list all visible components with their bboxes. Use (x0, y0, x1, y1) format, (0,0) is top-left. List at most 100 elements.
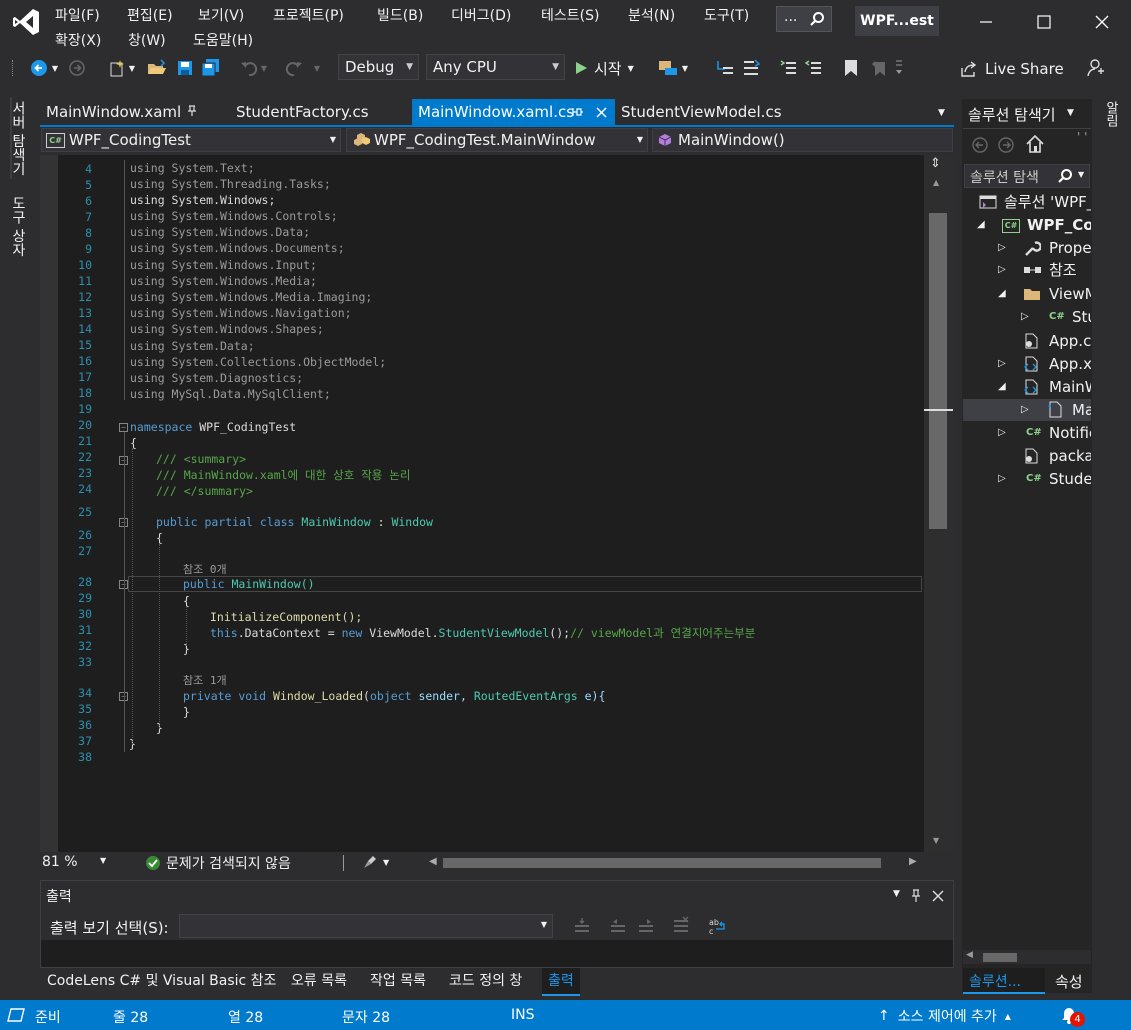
tree-item-label: Stu (1072, 308, 1091, 326)
indent-guide (132, 448, 133, 744)
line-number: 23 (78, 466, 92, 480)
scroll-right-arrow[interactable]: ▶ (909, 856, 917, 867)
code-line-18: using MySql.Data.MySqlClient; (130, 386, 331, 402)
tab-code-definition-window[interactable]: 코드 정의 창 (449, 968, 522, 994)
expanded-arrow-icon: ◢ (977, 219, 985, 230)
tree-item-app-xaml[interactable]: ▷ App.xa (963, 353, 1091, 375)
close-window-button[interactable] (1079, 2, 1125, 42)
line-number: 31 (78, 623, 92, 637)
output-text-area[interactable] (41, 940, 953, 967)
line-number: 14 (78, 322, 92, 336)
collapse-toggle[interactable]: − (119, 423, 128, 432)
clear-all-icon[interactable] (671, 916, 691, 936)
collapsed-arrow-icon: ▷ (998, 427, 1006, 438)
code-cleanup-button[interactable]: ▼ (363, 855, 389, 869)
code-line-14: using System.Windows.Shapes; (130, 321, 324, 337)
doc-comment: /// </summary> (156, 484, 253, 498)
notifications-side-tab[interactable]: 알림 (1101, 101, 1120, 127)
using-directive: using System.Data; (130, 339, 255, 353)
account-feedback-button[interactable] (1085, 58, 1107, 78)
tree-item-packages-config[interactable]: packa (963, 445, 1091, 467)
tree-item-notifier[interactable]: ▷ C# Notifie (963, 422, 1091, 444)
back-icon[interactable] (972, 137, 988, 153)
minimize-button[interactable] (963, 2, 1009, 42)
arrow-up-icon: ↑ (878, 1008, 890, 1024)
tab-list-dropdown[interactable]: ▼ (938, 108, 945, 118)
using-directive: using System.Windows.Documents; (130, 241, 345, 255)
go-to-previous-message-icon[interactable] (608, 916, 628, 936)
panel-options-dropdown[interactable]: ▼ (893, 889, 900, 899)
paren: ( (363, 689, 370, 703)
output-window-icon[interactable] (7, 1008, 25, 1022)
search-placeholder: 솔루션 탐색 (970, 170, 1039, 186)
tree-item-mainwindow-xaml-cs[interactable]: ▷ Ma (963, 399, 1091, 421)
horizontal-scrollbar-thumb[interactable] (443, 858, 881, 868)
doc-comment: /// <summary> (156, 452, 247, 466)
line-number: 6 (85, 194, 92, 208)
tree-item-solution[interactable]: 솔루션 'WPF_ (963, 191, 1091, 213)
solution-explorer-title: 솔루션 탐색기 (968, 106, 1056, 124)
line-number: 7 (85, 210, 92, 224)
home-icon[interactable] (1025, 134, 1045, 154)
find-message-in-code-icon[interactable] (572, 916, 592, 936)
tab-error-list[interactable]: 오류 목록 (291, 968, 347, 994)
member-access: .DataContext = (237, 626, 342, 640)
maximize-button[interactable] (1021, 2, 1067, 42)
tree-item-studentviewmodel[interactable]: ▷ C# Stu (963, 306, 1091, 328)
toggle-word-wrap-icon[interactable]: abc (708, 916, 728, 936)
tree-item-viewmodel-folder[interactable]: ◢ ViewM (963, 283, 1091, 305)
split-editor-handle[interactable]: ⇕ (930, 156, 941, 171)
tree-item-properties[interactable]: ▷ Prope (963, 237, 1091, 259)
tree-item-references[interactable]: ▷ 참조 (963, 259, 1091, 281)
line-number: 11 (78, 274, 92, 288)
line-number: 28 (78, 575, 92, 589)
scrollbar-thumb[interactable] (983, 953, 1017, 962)
go-to-next-message-icon[interactable] (636, 916, 656, 936)
scroll-left-arrow[interactable]: ◀ (429, 856, 437, 867)
tab-codelens-references[interactable]: CodeLens C# 및 Visual Basic 참조 (47, 968, 276, 994)
status-column: 열 28 (228, 1010, 264, 1026)
using-directive: using System.Diagnostics; (130, 371, 304, 385)
forward-icon[interactable] (998, 137, 1014, 153)
keyword: private void (183, 689, 267, 703)
status-insert-mode: INS (511, 1007, 535, 1023)
panel-options-dropdown[interactable]: ▼ (1067, 108, 1074, 118)
show-output-from-label: 출력 보기 선택(S): (50, 919, 169, 937)
live-share-button[interactable]: Live Share (960, 58, 1064, 80)
code-lines: 4 5 6 7 8 9 10 11 12 13 14 15 16 17 18 1… (0, 0, 924, 852)
using-directive: using System.Threading.Tasks; (130, 177, 331, 191)
code-line-16: using System.Collections.ObjectModel; (130, 354, 386, 370)
solution-icon (979, 195, 997, 209)
solution-search-input[interactable]: 솔루션 탐색 ▼ (964, 164, 1090, 188)
show-output-from-select[interactable]: ▼ (179, 914, 553, 938)
tree-item-studentfactory[interactable]: ▷ C# Studer (963, 468, 1091, 490)
tab-output[interactable]: 출력 (542, 968, 580, 996)
close-panel-icon[interactable] (932, 890, 944, 902)
tab-solution-explorer[interactable]: 솔루션... (963, 968, 1045, 994)
separator: : (370, 515, 392, 529)
tab-properties[interactable]: 속성 (1055, 971, 1083, 992)
class-name: MainWindow (294, 515, 371, 529)
keyword: new (341, 626, 363, 640)
tree-item-mainwindow-xaml[interactable]: ◢ MainW (963, 376, 1091, 398)
toolbar-overflow-icon[interactable]: ' ' (1077, 130, 1087, 144)
add-to-source-control-button[interactable]: ↑ 소스 제어에 추가 ▲ (878, 1006, 1011, 1026)
type-name: RoutedEventArgs (473, 689, 578, 703)
line-number: 8 (85, 226, 92, 240)
scroll-up-arrow[interactable]: ▲ (933, 178, 939, 187)
live-share-icon (961, 61, 977, 77)
issues-indicator[interactable]: 문제가 검색되지 않음 (145, 854, 291, 872)
scroll-down-arrow[interactable]: ▼ (933, 836, 939, 845)
codelens-references-1[interactable]: 참조 1개 (183, 673, 227, 689)
tree-item-app-config[interactable]: App.co (963, 330, 1091, 352)
tree-item-project[interactable]: ◢ C# WPF_Cod (963, 214, 1091, 236)
notifications-button[interactable]: 4 (1061, 1005, 1087, 1027)
pin-icon[interactable] (910, 889, 922, 903)
scrollbar-caret-marker (924, 409, 953, 411)
scrollbar-thumb[interactable] (929, 213, 947, 529)
collapsed-arrow-icon: ▷ (998, 264, 1006, 275)
zoom-select[interactable]: 81 % ▼ (42, 854, 114, 872)
collapsed-arrow-icon: ▷ (998, 358, 1006, 369)
scroll-left-arrow[interactable]: ◀ (966, 950, 973, 960)
tab-task-list[interactable]: 작업 목록 (370, 968, 426, 994)
